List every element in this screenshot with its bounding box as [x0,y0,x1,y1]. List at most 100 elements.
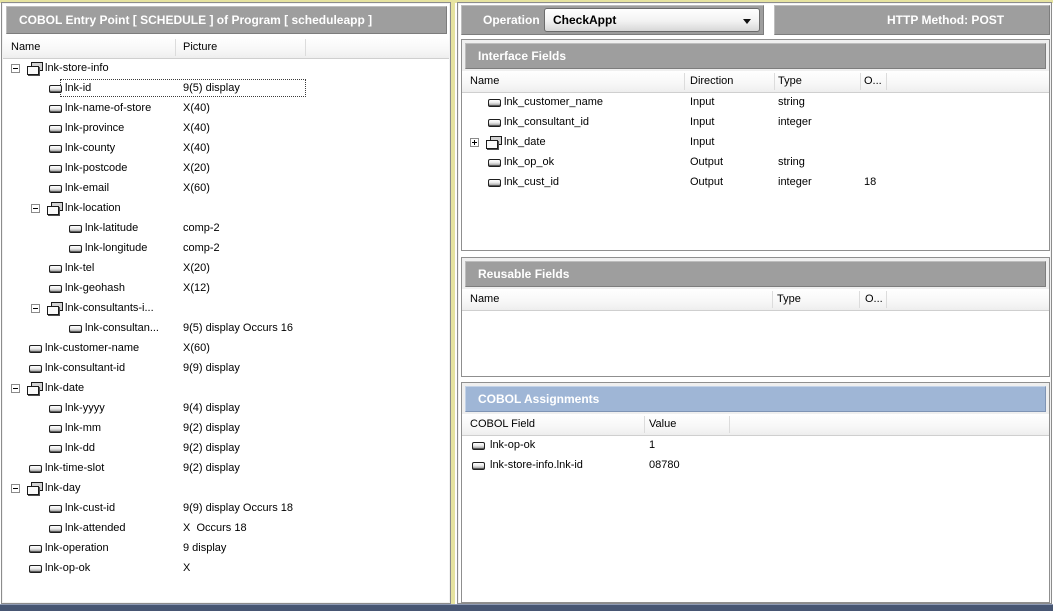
field-name: lnk_consultant_id [504,116,589,128]
group-field-icon [27,62,43,75]
field-name: lnk_op_ok [504,156,554,168]
field-name: lnk-tel [65,262,94,274]
table-row[interactable]: lnk_cust_idOutputinteger18 [462,173,1049,193]
field-picture: 9(2) display [183,442,240,454]
field-icon [49,505,62,513]
field-icon [49,185,62,193]
column-divider[interactable] [859,291,860,308]
column-divider[interactable] [886,291,887,308]
table-row[interactable]: lnk-customer-nameX(60) [3,339,449,359]
group-field-icon [27,482,43,495]
field-icon [488,119,501,127]
column-divider[interactable] [774,73,775,90]
table-row[interactable]: lnk-op-ok 1 [462,436,1049,456]
field-icon [49,425,62,433]
field-picture: X(60) [183,342,210,354]
column-divider[interactable] [644,416,645,433]
table-row[interactable]: lnk_op_okOutputstring [462,153,1049,173]
field-icon [29,345,42,353]
table-row[interactable]: lnk-consultan...9(5) display Occurs 16 [3,319,449,339]
app-root: COBOL Entry Point [ SCHEDULE ] of Progra… [0,0,1053,611]
http-method-bar: HTTP Method: POST [774,5,1050,35]
column-header-value: Value [649,418,676,430]
field-picture: X Occurs 18 [183,522,247,534]
table-row[interactable]: lnk-consultant-id9(9) display [3,359,449,379]
table-row[interactable]: lnk-day [3,479,449,499]
table-row[interactable]: lnk-op-okX [3,559,449,579]
operation-select[interactable]: CheckAppt [544,8,760,32]
table-row[interactable]: lnk-cust-id 9(9) display Occurs 18 [3,499,449,519]
column-divider[interactable] [175,39,176,56]
field-name: lnk-province [65,122,124,134]
column-divider[interactable] [860,73,861,90]
field-direction: Input [690,136,714,148]
collapse-minus-icon[interactable] [31,204,40,213]
chevron-down-icon [743,19,751,24]
field-icon [29,565,42,573]
field-icon [49,165,62,173]
table-row[interactable]: lnk-countyX(40) [3,139,449,159]
field-picture: X(40) [183,142,210,154]
table-row[interactable]: lnk-longitudecomp-2 [3,239,449,259]
table-row[interactable]: lnk-emailX(60) [3,179,449,199]
field-name: lnk-op-ok [45,562,90,574]
table-row[interactable]: lnk-time-slot9(2) display [3,459,449,479]
table-row[interactable]: lnk-telX(20) [3,259,449,279]
interface-fields-section: Interface Fields Name Direction Type O..… [461,39,1050,251]
field-name: lnk-cust-id [65,502,115,514]
assignment-value: 1 [649,439,655,451]
table-row[interactable]: lnk-dd9(2) display [3,439,449,459]
field-name: lnk-longitude [85,242,147,254]
collapse-minus-icon[interactable] [11,64,20,73]
field-name: lnk-attended [65,522,126,534]
field-picture: 9(4) display [183,402,240,414]
cobol-assignments-header-row: COBOL Field Value [462,414,1049,436]
table-row[interactable]: lnk_dateInput [462,133,1049,153]
table-row[interactable]: lnk-store-info [3,59,449,79]
field-name: lnk-geohash [65,282,125,294]
table-row[interactable]: lnk-id9(5) display [3,79,449,99]
field-name: lnk-consultants-i... [65,302,154,314]
column-divider[interactable] [729,416,730,433]
field-name: lnk-consultant-id [45,362,125,374]
table-row[interactable]: lnk-provinceX(40) [3,119,449,139]
table-row[interactable]: lnk-name-of-storeX(40) [3,99,449,119]
column-header-direction: Direction [690,75,733,87]
collapse-minus-icon[interactable] [31,304,40,313]
column-divider[interactable] [772,291,773,308]
field-icon [488,99,501,107]
table-row[interactable]: lnk-latitudecomp-2 [3,219,449,239]
field-icon [49,405,62,413]
column-divider[interactable] [886,73,887,90]
table-row[interactable]: lnk-date [3,379,449,399]
table-row[interactable]: lnk-operation9 display [3,539,449,559]
column-divider[interactable] [305,39,306,56]
table-row[interactable]: lnk-attended X Occurs 18 [3,519,449,539]
reusable-fields-section: Reusable Fields Name Type O... [461,257,1050,377]
field-name: lnk-consultan... [85,322,159,334]
collapse-minus-icon[interactable] [11,384,20,393]
field-name: lnk-postcode [65,162,127,174]
expand-plus-icon[interactable] [470,138,479,147]
table-row[interactable]: lnk-consultants-i... [3,299,449,319]
cobol-structure-tree: lnk-store-info lnk-id9(5) displaylnk-name… [3,59,449,602]
field-picture: 9 display [183,542,226,554]
interface-fields-title: Interface Fields [465,43,1046,69]
column-header-occurs: O... [864,75,882,87]
column-header-type: Type [778,75,802,87]
table-row[interactable]: lnk_consultant_idInputinteger [462,113,1049,133]
assignment-field: lnk-store-info.lnk-id [490,459,583,471]
column-divider[interactable] [684,73,685,90]
table-row[interactable]: lnk-yyyy9(4) display [3,399,449,419]
assignment-field: lnk-op-ok [490,439,535,451]
reusable-fields-header-row: Name Type O... [462,289,1049,311]
field-name: lnk-store-info [45,62,109,74]
field-picture: 9(9) display Occurs 18 [183,502,293,514]
table-row[interactable]: lnk-geohashX(12) [3,279,449,299]
table-row[interactable]: lnk-mm9(2) display [3,419,449,439]
table-row[interactable]: lnk-postcodeX(20) [3,159,449,179]
table-row[interactable]: lnk-location [3,199,449,219]
collapse-minus-icon[interactable] [11,484,20,493]
table-row[interactable]: lnk_customer_nameInputstring [462,93,1049,113]
table-row[interactable]: lnk-store-info.lnk-id08780 [462,456,1049,476]
